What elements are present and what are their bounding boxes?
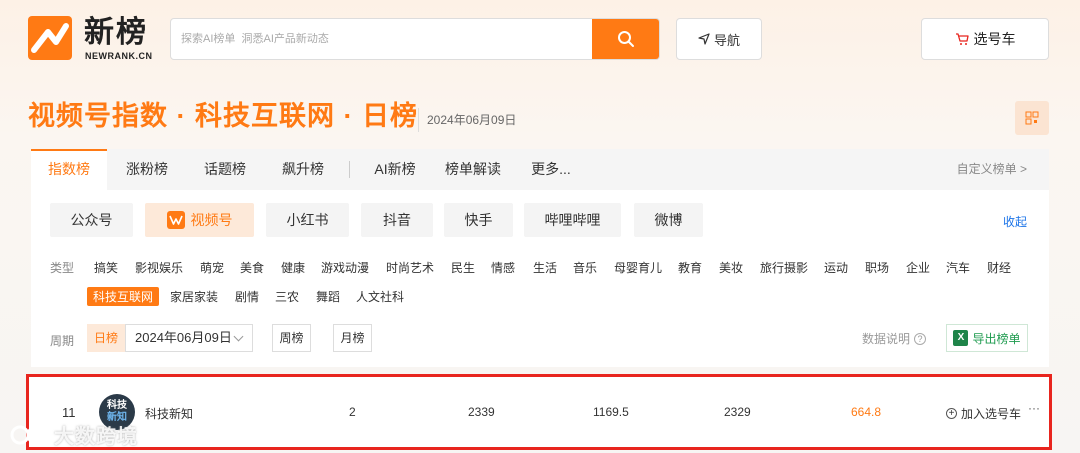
category-item[interactable]: 剧情	[235, 288, 259, 305]
cart-icon	[955, 33, 969, 45]
tab-rising[interactable]: 飙升榜	[271, 149, 335, 190]
category-item[interactable]: 职场	[865, 259, 889, 276]
watermark-text: 大数跨境	[54, 426, 138, 448]
category-item[interactable]: 生活	[533, 259, 557, 276]
nav-button[interactable]: 导航	[676, 18, 762, 60]
period-month-button[interactable]: 月榜	[333, 324, 372, 352]
platform-weibo[interactable]: 微博	[634, 203, 703, 237]
tab-divider	[349, 161, 350, 178]
avatar-text-1: 科技	[107, 400, 127, 411]
brand-name[interactable]: 新榜	[84, 16, 148, 50]
platform-bilibili[interactable]: 哔哩哔哩	[524, 203, 621, 237]
category-item[interactable]: 时尚艺术	[386, 259, 434, 276]
data-note-link[interactable]: 数据说明 ?	[862, 330, 927, 347]
rank-tabs: 指数榜 涨粉榜 话题榜 飙升榜 AI新榜 榜单解读 更多... 自定义榜单 >	[31, 149, 1049, 190]
watermark-logo-icon	[10, 425, 46, 444]
platform-kuaishou[interactable]: 快手	[444, 203, 513, 237]
tab-topics[interactable]: 话题榜	[193, 149, 257, 190]
row-value-1: 2	[349, 405, 356, 419]
page-title: 视频号指数 · 科技互联网 · 日榜	[28, 101, 418, 131]
row-value-4: 2329	[724, 405, 751, 419]
category-label: 类型	[50, 261, 75, 275]
qr-code-icon	[1025, 111, 1039, 125]
cart-label: 选号车	[973, 31, 1016, 47]
cart-button[interactable]: 选号车	[921, 18, 1049, 60]
nav-label: 导航	[713, 32, 740, 48]
row-index-value: 664.8	[851, 405, 882, 419]
date-select-value: 2024年06月09日	[135, 330, 232, 345]
table-row[interactable]: 11 科技 新知 科技新知 2 2339 1169.5 2329 664.8 +…	[26, 374, 1052, 450]
category-item[interactable]: 情感	[491, 259, 515, 276]
tab-more[interactable]: 更多...	[519, 149, 583, 190]
brand-sub: NEWRANK.CN	[85, 51, 153, 61]
help-icon: ?	[914, 332, 927, 345]
tab-rank-analysis[interactable]: 榜单解读	[438, 149, 508, 190]
category-item[interactable]: 教育	[678, 259, 702, 276]
category-item[interactable]: 游戏动漫	[321, 259, 369, 276]
category-item[interactable]: 财经	[987, 259, 1011, 276]
page-date: 2024年06月09日	[418, 108, 516, 132]
rank-number: 11	[62, 405, 76, 420]
date-select[interactable]: 2024年06月09日	[125, 324, 253, 352]
category-item[interactable]: 搞笑	[94, 259, 118, 276]
period-day-button[interactable]: 日榜	[87, 324, 125, 352]
category-item[interactable]: 汽车	[946, 259, 970, 276]
data-note-label: 数据说明	[862, 332, 911, 346]
chevron-down-icon	[233, 331, 244, 342]
period-label: 周期	[50, 334, 75, 348]
search-icon	[617, 31, 634, 47]
platform-channels[interactable]: 视频号	[145, 203, 254, 237]
row-value-2: 2339	[468, 405, 495, 419]
export-button[interactable]: X 导出榜单	[946, 324, 1028, 352]
category-item[interactable]: 旅行摄影	[760, 259, 808, 276]
newrank-logo-icon[interactable]	[28, 16, 72, 60]
category-item[interactable]: 美妆	[719, 259, 743, 276]
category-item[interactable]: 运动	[824, 259, 848, 276]
excel-icon: X	[953, 330, 969, 346]
category-item[interactable]: 家居家装	[170, 288, 218, 305]
channels-icon	[166, 211, 185, 229]
platform-wechat-official[interactable]: 公众号	[50, 203, 133, 237]
custom-rank-link[interactable]: 自定义榜单 >	[957, 149, 1027, 190]
account-name[interactable]: 科技新知	[145, 405, 193, 422]
qr-code-button[interactable]	[1015, 101, 1049, 135]
category-item[interactable]: 影视娱乐	[135, 259, 183, 276]
search-box	[170, 18, 660, 60]
category-item-active[interactable]: 科技互联网	[87, 287, 160, 306]
more-options-button[interactable]: ···	[1028, 401, 1040, 415]
collapse-link[interactable]: 收起	[1003, 213, 1027, 230]
export-label: 导出榜单	[972, 331, 1021, 346]
filter-panel: 指数榜 涨粉榜 话题榜 飙升榜 AI新榜 榜单解读 更多... 自定义榜单 > …	[31, 149, 1049, 367]
plus-icon: +	[946, 408, 957, 419]
category-item[interactable]: 人文社科	[356, 288, 404, 305]
period-week-button[interactable]: 周榜	[272, 324, 311, 352]
category-item[interactable]: 舞蹈	[316, 288, 340, 305]
platform-xiaohongshu[interactable]: 小红书	[266, 203, 349, 237]
add-to-cart-label: 加入选号车	[961, 407, 1022, 421]
navigation-arrow-icon	[698, 33, 710, 45]
tab-index[interactable]: 指数榜	[31, 149, 107, 190]
category-item[interactable]: 音乐	[573, 259, 597, 276]
add-to-cart-button[interactable]: + 加入选号车	[946, 405, 1021, 422]
search-input[interactable]	[171, 19, 594, 59]
row-value-3: 1169.5	[593, 405, 629, 419]
header: 新榜 NEWRANK.CN 导航 选号车	[0, 0, 1080, 80]
platform-douyin[interactable]: 抖音	[361, 203, 433, 237]
category-item[interactable]: 萌宠	[200, 259, 224, 276]
watermark: 大数跨境	[8, 420, 138, 449]
tab-ai-rank[interactable]: AI新榜	[363, 149, 427, 190]
category-item[interactable]: 企业	[906, 259, 930, 276]
platform-channels-label: 视频号	[190, 212, 233, 228]
category-item[interactable]: 三农	[275, 288, 299, 305]
category-item[interactable]: 美食	[240, 259, 264, 276]
tab-fans-growth[interactable]: 涨粉榜	[115, 149, 179, 190]
category-item[interactable]: 民生	[451, 259, 475, 276]
search-button[interactable]	[592, 19, 659, 59]
category-item[interactable]: 健康	[281, 259, 305, 276]
category-item[interactable]: 母婴育儿	[614, 259, 662, 276]
